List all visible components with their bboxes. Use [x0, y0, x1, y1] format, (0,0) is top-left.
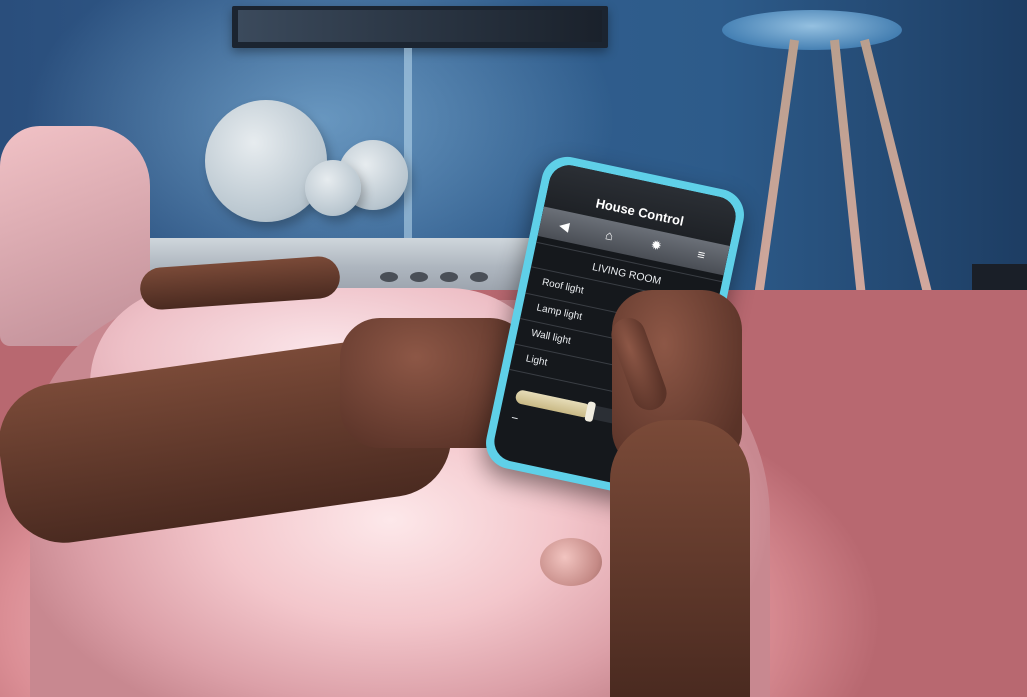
shelf-hole: [470, 272, 488, 282]
right-forearm: [610, 420, 750, 697]
home-icon[interactable]: ⌂: [597, 224, 621, 248]
control-label: Wall light: [530, 327, 572, 347]
decor-plate-small: [305, 160, 361, 216]
shelf-hole: [380, 272, 398, 282]
wall-tv: [232, 6, 608, 48]
menu-icon[interactable]: ≡: [689, 243, 713, 267]
shelf-hole: [440, 272, 458, 282]
shelf-hole: [410, 272, 428, 282]
slider-fill: [514, 389, 592, 419]
minus-icon[interactable]: −: [510, 411, 520, 426]
photo-scene: House Control ◀ ⌂ ✹ ≡ LIVING ROOM Roof l…: [0, 0, 1027, 697]
gear-icon[interactable]: ✹: [644, 234, 668, 258]
decor-plate-large: [205, 100, 327, 222]
back-arrow-icon[interactable]: ◀: [552, 214, 576, 238]
control-label: Roof light: [540, 276, 585, 297]
tv-screen: [238, 10, 602, 42]
control-label: Light: [524, 353, 549, 369]
control-label: Lamp light: [535, 302, 583, 323]
tv-stand: [404, 48, 412, 248]
floor-lamp-shade: [722, 10, 902, 50]
blanket-button: [540, 538, 602, 586]
